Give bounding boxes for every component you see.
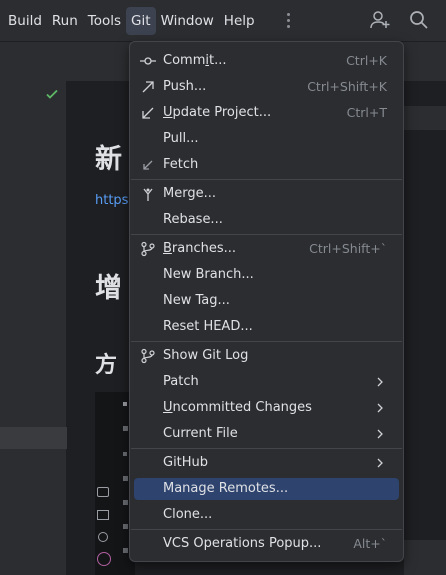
menu-item-reset-head[interactable]: Reset HEAD... (134, 316, 399, 338)
menu-item-label: New Branch... (163, 267, 254, 282)
project-panel (0, 81, 67, 575)
menu-item-manage-remotes[interactable]: Manage Remotes... (134, 478, 399, 500)
menu-item-pull[interactable]: Pull... (134, 128, 399, 150)
menu-item-label: Fetch (163, 157, 199, 172)
menu-item-label: Show Git Log (163, 348, 249, 363)
chevron-right-icon (377, 429, 383, 439)
menu-run[interactable]: Run (47, 7, 83, 35)
shortcut-label: Ctrl+Shift+K (307, 79, 387, 94)
editor-heading-3: 方 (95, 353, 118, 378)
menu-item-label: Branches... (163, 241, 237, 256)
menu-item-commit[interactable]: Commit... Ctrl+K (134, 50, 399, 72)
menu-item-fetch[interactable]: Fetch (134, 154, 399, 176)
menu-item-clone[interactable]: Clone... (134, 504, 399, 526)
shortcut-label: Alt+` (353, 536, 387, 551)
menu-item-vcs-operations-popup[interactable]: VCS Operations Popup... Alt+` (134, 533, 399, 555)
menu-item-label: Commit... (163, 53, 227, 68)
commit-icon (140, 57, 156, 65)
right-toolbar (404, 106, 446, 130)
menu-item-github[interactable]: GitHub (134, 452, 399, 474)
menu-item-label: Rebase... (163, 212, 223, 227)
menu-item-label: New Tag... (163, 293, 230, 308)
menu-item-update-project[interactable]: Update Project... Ctrl+T (134, 102, 399, 124)
menu-item-current-file[interactable]: Current File (134, 423, 399, 445)
menu-item-new-tag[interactable]: New Tag... (134, 290, 399, 312)
menu-window[interactable]: Window (156, 7, 219, 35)
menu-item-label: Manage Remotes... (163, 481, 289, 496)
menu-separator (131, 179, 402, 180)
menu-tools[interactable]: Tools (83, 7, 126, 35)
menu-separator (131, 448, 402, 449)
menu-item-label: VCS Operations Popup... (163, 536, 322, 551)
menu-separator (131, 234, 402, 235)
menu-item-label: Reset HEAD... (163, 319, 253, 334)
checkmark-icon (46, 89, 58, 99)
menu-item-label: Uncommitted Changes (163, 400, 312, 415)
editor-heading-2: 增 (95, 273, 122, 304)
chevron-right-icon (377, 377, 383, 387)
search-icon[interactable] (407, 8, 431, 32)
editor-heading-1: 新 (95, 144, 122, 175)
more-menu-icon[interactable] (280, 7, 298, 35)
branch-icon (141, 241, 155, 257)
menu-build[interactable]: Build (3, 7, 47, 35)
menu-item-uncommitted-changes[interactable]: Uncommitted Changes (134, 397, 399, 419)
menu-item-label: Clone... (163, 507, 213, 522)
menu-item-rebase[interactable]: Rebase... (134, 209, 399, 231)
menu-item-label: GitHub (163, 455, 209, 470)
chevron-right-icon (377, 403, 383, 413)
merge-icon (143, 188, 153, 201)
fetch-arrow-icon (143, 160, 153, 170)
menu-item-label: Push... (163, 79, 207, 94)
menu-item-label: Merge... (163, 186, 216, 201)
shortcut-label: Ctrl+T (346, 105, 387, 120)
menu-separator (131, 529, 402, 530)
menu-item-label: Pull... (163, 131, 199, 146)
shortcut-label: Ctrl+Shift+` (309, 241, 387, 256)
menu-item-merge[interactable]: Merge... (134, 183, 399, 205)
menu-item-label: Patch (163, 374, 199, 389)
menu-item-label: Update Project... (163, 105, 272, 120)
chevron-right-icon (377, 458, 383, 468)
menu-help[interactable]: Help (219, 7, 260, 35)
right-bottom-panel (404, 540, 446, 575)
push-arrow-icon (142, 81, 154, 93)
menu-git[interactable]: Git (126, 6, 156, 35)
git-log-icon (141, 348, 155, 364)
menu-item-patch[interactable]: Patch (134, 371, 399, 393)
update-arrow-icon (142, 107, 154, 119)
menu-item-push[interactable]: Push... Ctrl+Shift+K (134, 76, 399, 98)
menu-item-new-branch[interactable]: New Branch... (134, 264, 399, 286)
menu-item-label: Current File (163, 426, 238, 441)
add-user-icon[interactable] (368, 8, 392, 32)
menu-item-branches[interactable]: Branches... Ctrl+Shift+` (134, 238, 399, 260)
shortcut-label: Ctrl+K (346, 53, 387, 68)
selected-row (0, 427, 67, 449)
git-menu-dropdown: Commit... Ctrl+K Push... Ctrl+Shift+K Up… (129, 41, 404, 562)
menu-separator (131, 341, 402, 342)
menu-item-show-git-log[interactable]: Show Git Log (134, 345, 399, 367)
editor-link[interactable]: https: (95, 193, 133, 208)
